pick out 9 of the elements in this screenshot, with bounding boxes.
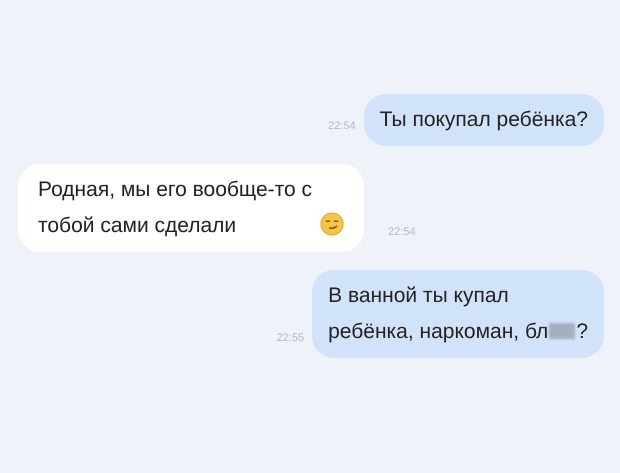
message-text: ? — [576, 320, 588, 343]
message-text: Родная, мы его вообще-то с тобой сами сделали — [38, 177, 312, 239]
message-time: 22:54 — [328, 118, 356, 134]
message-time: 22:55 — [276, 330, 304, 346]
smirk-emoji-icon — [320, 212, 344, 236]
message-text: В ванной ты купал ребёнка, наркоман, бл — [328, 283, 548, 345]
censor-blur — [549, 323, 576, 339]
message-time: 22:54 — [388, 224, 416, 240]
message-text: Ты покупал ребёнка? — [380, 107, 588, 133]
